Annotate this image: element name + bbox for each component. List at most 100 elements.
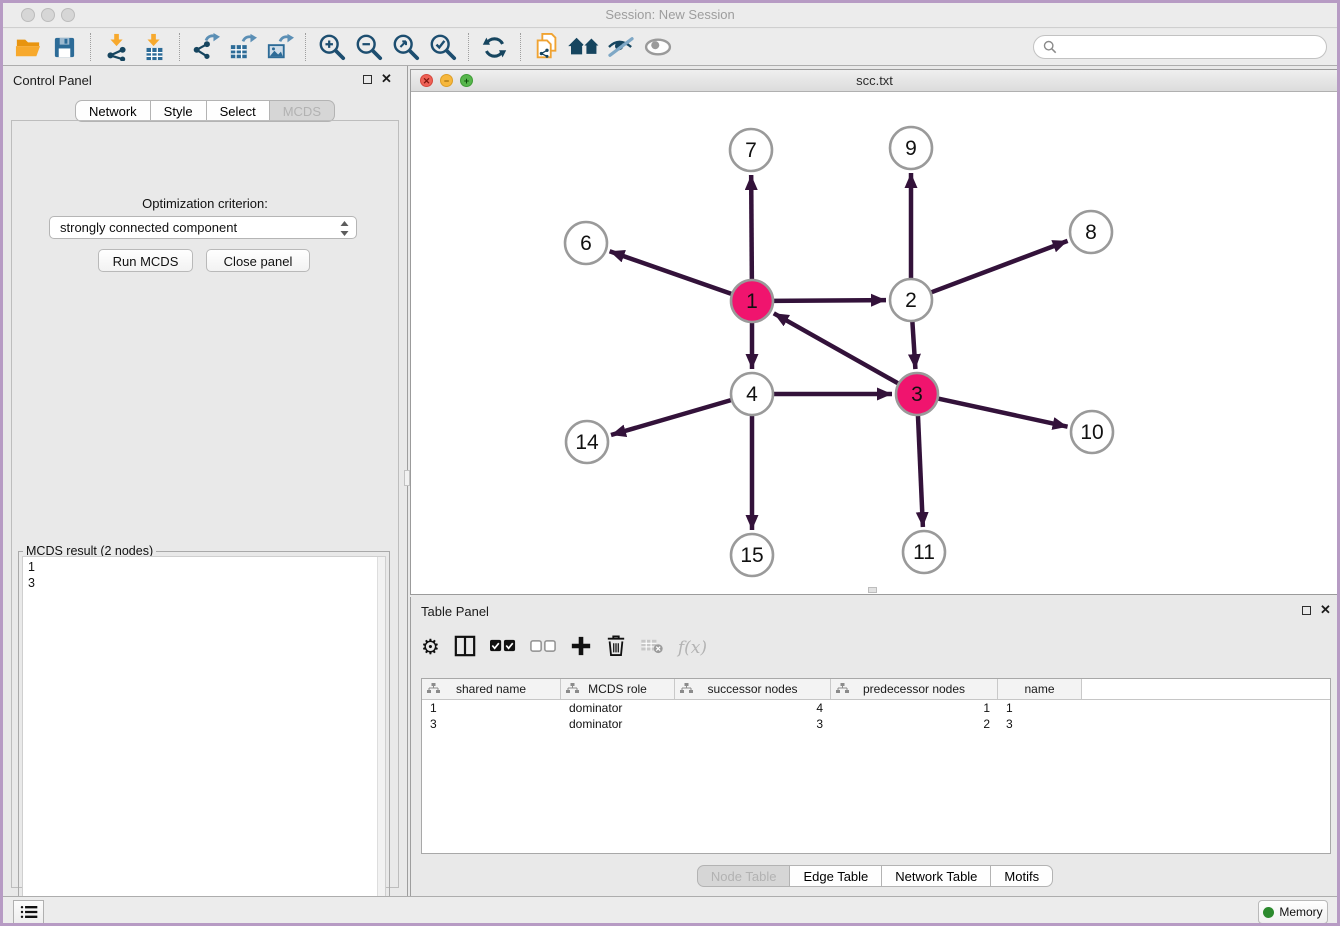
export-image-icon <box>265 33 295 61</box>
graph-node-2[interactable]: 2 <box>890 279 932 321</box>
graph-edge-4-14[interactable] <box>611 400 732 435</box>
import-table-button[interactable] <box>135 31 172 63</box>
table-cell[interactable]: 1 <box>831 700 998 716</box>
toolbar-separator <box>520 33 521 61</box>
refresh-layout-button[interactable] <box>476 31 513 63</box>
tab-node-table[interactable]: Node Table <box>697 865 791 887</box>
export-network-icon <box>191 33 221 61</box>
graph-node-8[interactable]: 8 <box>1070 211 1112 253</box>
graph-edge-1-2[interactable] <box>773 300 886 301</box>
control-panel-header: Control Panel ✕ <box>3 66 407 92</box>
network-window-titlebar[interactable]: ✕ − + scc.txt <box>411 70 1338 92</box>
graph-edge-1-6[interactable] <box>610 251 733 294</box>
graph-node-15[interactable]: 15 <box>731 534 773 576</box>
graph-node-11[interactable]: 11 <box>903 531 945 573</box>
tab-network[interactable]: Network <box>75 100 151 122</box>
table-row[interactable]: 3dominator323 <box>422 716 1330 732</box>
tab-motifs[interactable]: Motifs <box>991 865 1053 887</box>
graph-node-10[interactable]: 10 <box>1071 411 1113 453</box>
hide-graphics-details-button[interactable] <box>639 31 676 63</box>
column-header-name[interactable]: name <box>998 679 1082 699</box>
zoom-fit-button[interactable] <box>387 31 424 63</box>
mcds-result-list[interactable]: 13 <box>22 556 386 923</box>
duplicate-network-button[interactable] <box>528 31 565 63</box>
table-cell[interactable]: 3 <box>998 716 1082 732</box>
task-history-button[interactable] <box>13 900 44 924</box>
column-header-shared-name[interactable]: shared name <box>422 679 561 699</box>
horizontal-splitter-grip[interactable] <box>868 587 877 593</box>
run-mcds-button[interactable]: Run MCDS <box>98 249 193 272</box>
graph-node-3[interactable]: 3 <box>896 373 938 415</box>
column-header-MCDS-role[interactable]: MCDS role <box>561 679 675 699</box>
import-table-icon <box>140 33 168 61</box>
mcds-result-line: 3 <box>28 575 385 591</box>
vertical-splitter-grip[interactable] <box>404 470 410 486</box>
table-cell[interactable]: 3 <box>422 716 561 732</box>
network-graph[interactable]: 7 9 6 8 1 2 4 3 14 10 15 11 <box>411 92 1338 594</box>
zoom-in-button[interactable] <box>313 31 350 63</box>
tab-mcds[interactable]: MCDS <box>270 100 335 122</box>
close-panel-icon[interactable]: ✕ <box>381 71 392 87</box>
unselect-all-columns-icon[interactable] <box>530 639 556 657</box>
table-settings-gear-icon[interactable]: ⚙ <box>421 638 440 658</box>
criterion-select[interactable]: strongly connected component <box>49 216 357 239</box>
graph-node-14[interactable]: 14 <box>566 421 608 463</box>
graph-node-4[interactable]: 4 <box>731 373 773 415</box>
list-icon <box>20 905 38 919</box>
graph-edge-2-8[interactable] <box>931 241 1068 293</box>
table-cell[interactable]: 1 <box>422 700 561 716</box>
memory-label: Memory <box>1279 905 1322 919</box>
eye-icon <box>643 36 673 58</box>
graph-node-7[interactable]: 7 <box>730 129 772 171</box>
create-column-icon[interactable] <box>570 635 592 662</box>
graph-edge-3-10[interactable] <box>938 398 1068 426</box>
export-network-button[interactable] <box>187 31 224 63</box>
select-all-columns-icon[interactable] <box>490 639 516 657</box>
node-label: 4 <box>746 383 758 406</box>
zoom-out-icon <box>355 33 383 61</box>
export-table-button[interactable] <box>224 31 261 63</box>
close-panel-button[interactable]: Close panel <box>206 249 310 272</box>
tab-style[interactable]: Style <box>151 100 207 122</box>
graph-edge-2-3[interactable] <box>912 321 915 369</box>
table-cell[interactable]: 4 <box>675 700 831 716</box>
show-columns-icon[interactable] <box>454 635 476 662</box>
tab-network-table[interactable]: Network Table <box>882 865 991 887</box>
table-cell[interactable]: dominator <box>561 716 675 732</box>
open-session-button[interactable] <box>9 31 46 63</box>
close-table-panel-icon[interactable]: ✕ <box>1320 602 1331 618</box>
table-cell[interactable]: dominator <box>561 700 675 716</box>
zoom-out-button[interactable] <box>350 31 387 63</box>
mcds-result-line: 1 <box>28 559 385 575</box>
float-panel-icon[interactable] <box>363 75 372 84</box>
import-network-button[interactable] <box>98 31 135 63</box>
tab-select[interactable]: Select <box>207 100 270 122</box>
graph-edge-3-1[interactable] <box>774 313 899 383</box>
column-header-predecessor-nodes[interactable]: predecessor nodes <box>831 679 998 699</box>
home-networks-button[interactable] <box>565 31 602 63</box>
graph-edge-1-7[interactable] <box>751 175 752 280</box>
network-canvas[interactable]: 7 9 6 8 1 2 4 3 14 10 15 11 <box>411 92 1338 594</box>
result-scrollbar[interactable] <box>377 557 385 922</box>
graph-node-6[interactable]: 6 <box>565 222 607 264</box>
table-cell[interactable]: 3 <box>675 716 831 732</box>
delete-column-icon[interactable] <box>606 634 626 662</box>
function-builder-icon[interactable]: f(x) <box>678 638 707 658</box>
search-field[interactable] <box>1033 35 1327 59</box>
table-cell[interactable]: 2 <box>831 716 998 732</box>
graph-node-9[interactable]: 9 <box>890 127 932 169</box>
float-table-panel-icon[interactable] <box>1302 606 1311 615</box>
export-image-button[interactable] <box>261 31 298 63</box>
graph-node-1[interactable]: 1 <box>731 280 773 322</box>
zoom-selected-button[interactable] <box>424 31 461 63</box>
graph-edge-3-11[interactable] <box>918 415 923 527</box>
save-session-button[interactable] <box>46 31 83 63</box>
tab-edge-table[interactable]: Edge Table <box>790 865 882 887</box>
memory-button[interactable]: Memory <box>1258 900 1328 924</box>
show-graphics-details-button[interactable] <box>602 31 639 63</box>
delete-table-icon[interactable] <box>640 638 664 659</box>
table-cell[interactable]: 1 <box>998 700 1082 716</box>
table-row[interactable]: 1dominator411 <box>422 700 1330 716</box>
node-table: shared nameMCDS rolesuccessor nodesprede… <box>421 678 1331 854</box>
column-header-successor-nodes[interactable]: successor nodes <box>675 679 831 699</box>
